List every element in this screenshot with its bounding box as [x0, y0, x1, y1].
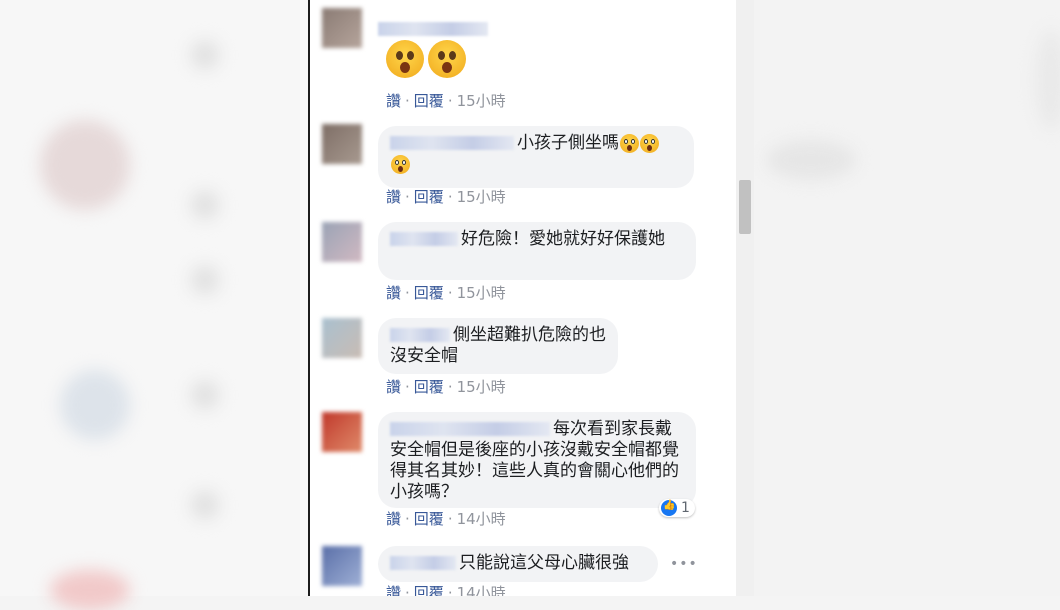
- timestamp[interactable]: 15小時: [457, 378, 506, 396]
- comment-text: 好危險！愛她就好好保護她: [461, 229, 665, 249]
- reaction-count[interactable]: 1: [659, 499, 695, 517]
- avatar[interactable]: [322, 124, 362, 164]
- screaming-face-icon: [620, 133, 639, 153]
- comment-actions: 讚 · 回覆 · 14小時: [386, 582, 506, 596]
- shocked-face-icon: [386, 40, 424, 78]
- timestamp[interactable]: 15小時: [457, 188, 506, 206]
- avatar[interactable]: [322, 546, 362, 586]
- like-link[interactable]: 讚: [386, 188, 401, 206]
- avatar[interactable]: [322, 412, 362, 452]
- blurred-icon: [190, 190, 220, 220]
- commenter-name[interactable]: [390, 328, 450, 342]
- comment-bubble: 好危險！愛她就好好保護她: [378, 222, 696, 280]
- timestamp[interactable]: 15小時: [457, 92, 506, 110]
- timestamp[interactable]: 15小時: [457, 284, 506, 302]
- avatar[interactable]: [322, 8, 362, 48]
- shocked-face-icon: [428, 40, 466, 78]
- reply-link[interactable]: 回覆: [414, 188, 444, 206]
- blurred-avatar: [60, 370, 130, 440]
- blurred-icon: [190, 490, 220, 520]
- commenter-name[interactable]: [378, 18, 491, 37]
- comment-actions: 讚 · 回覆 · 15小時: [386, 378, 506, 396]
- reply-link[interactable]: 回覆: [414, 510, 444, 528]
- blurred-text: [766, 140, 856, 180]
- blurred-text: [1036, 30, 1060, 130]
- comment-actions: 讚 · 回覆 · 14小時: [386, 510, 506, 528]
- screaming-face-icon: [640, 133, 659, 153]
- comment-actions: 讚 · 回覆 · 15小時: [386, 284, 506, 302]
- like-link[interactable]: 讚: [386, 284, 401, 302]
- comment-bubble: 只能說這父母心臟很強: [378, 546, 658, 582]
- like-link[interactable]: 讚: [386, 510, 401, 528]
- comment-panel: 讚 · 回覆 · 15小時 小孩子側坐嗎 讚 · 回覆 · 15小時 好危險！愛她就好好保護她 …: [308, 0, 738, 596]
- avatar[interactable]: [322, 318, 362, 358]
- reply-link[interactable]: 回覆: [414, 92, 444, 110]
- blurred-icon: [190, 265, 220, 295]
- comment-text: 只能說這父母心臟很強: [459, 553, 629, 573]
- avatar[interactable]: [322, 222, 362, 262]
- commenter-name[interactable]: [390, 422, 550, 436]
- emoji-reply: [386, 40, 470, 82]
- comment-actions: 讚 · 回覆 · 15小時: [386, 92, 506, 110]
- more-options-icon[interactable]: •••: [670, 556, 698, 572]
- commenter-name[interactable]: [390, 136, 514, 150]
- comment-bubble: 每次看到家長戴安全帽但是後座的小孩沒戴安全帽都覺得其名其妙！這些人真的會關心他們…: [378, 412, 696, 508]
- reply-link[interactable]: 回覆: [414, 584, 444, 596]
- comment-bubble: 側坐超難扒危險的也沒安全帽: [378, 318, 618, 374]
- blurred-background-right: [736, 0, 1060, 596]
- screaming-face-icon: [391, 154, 410, 174]
- blurred-avatar: [50, 570, 130, 610]
- comment-bubble: 小孩子側坐嗎: [378, 126, 694, 188]
- comment-actions: 讚 · 回覆 · 15小時: [386, 188, 506, 206]
- timestamp[interactable]: 14小時: [457, 510, 506, 528]
- scrollbar[interactable]: [736, 0, 754, 596]
- blurred-icon: [190, 380, 220, 410]
- blurred-avatar: [40, 120, 130, 210]
- commenter-name[interactable]: [390, 232, 458, 246]
- reply-link[interactable]: 回覆: [414, 378, 444, 396]
- commenter-name[interactable]: [390, 556, 456, 570]
- like-icon: [661, 500, 677, 516]
- blurred-icon: [190, 40, 220, 70]
- timestamp[interactable]: 14小時: [457, 584, 506, 596]
- blurred-background-left: [0, 0, 308, 610]
- comment-text: 小孩子側坐嗎: [517, 133, 619, 153]
- like-link[interactable]: 讚: [386, 378, 401, 396]
- like-link[interactable]: 讚: [386, 92, 401, 110]
- scrollbar-thumb[interactable]: [739, 180, 751, 234]
- reply-link[interactable]: 回覆: [414, 284, 444, 302]
- like-link[interactable]: 讚: [386, 584, 401, 596]
